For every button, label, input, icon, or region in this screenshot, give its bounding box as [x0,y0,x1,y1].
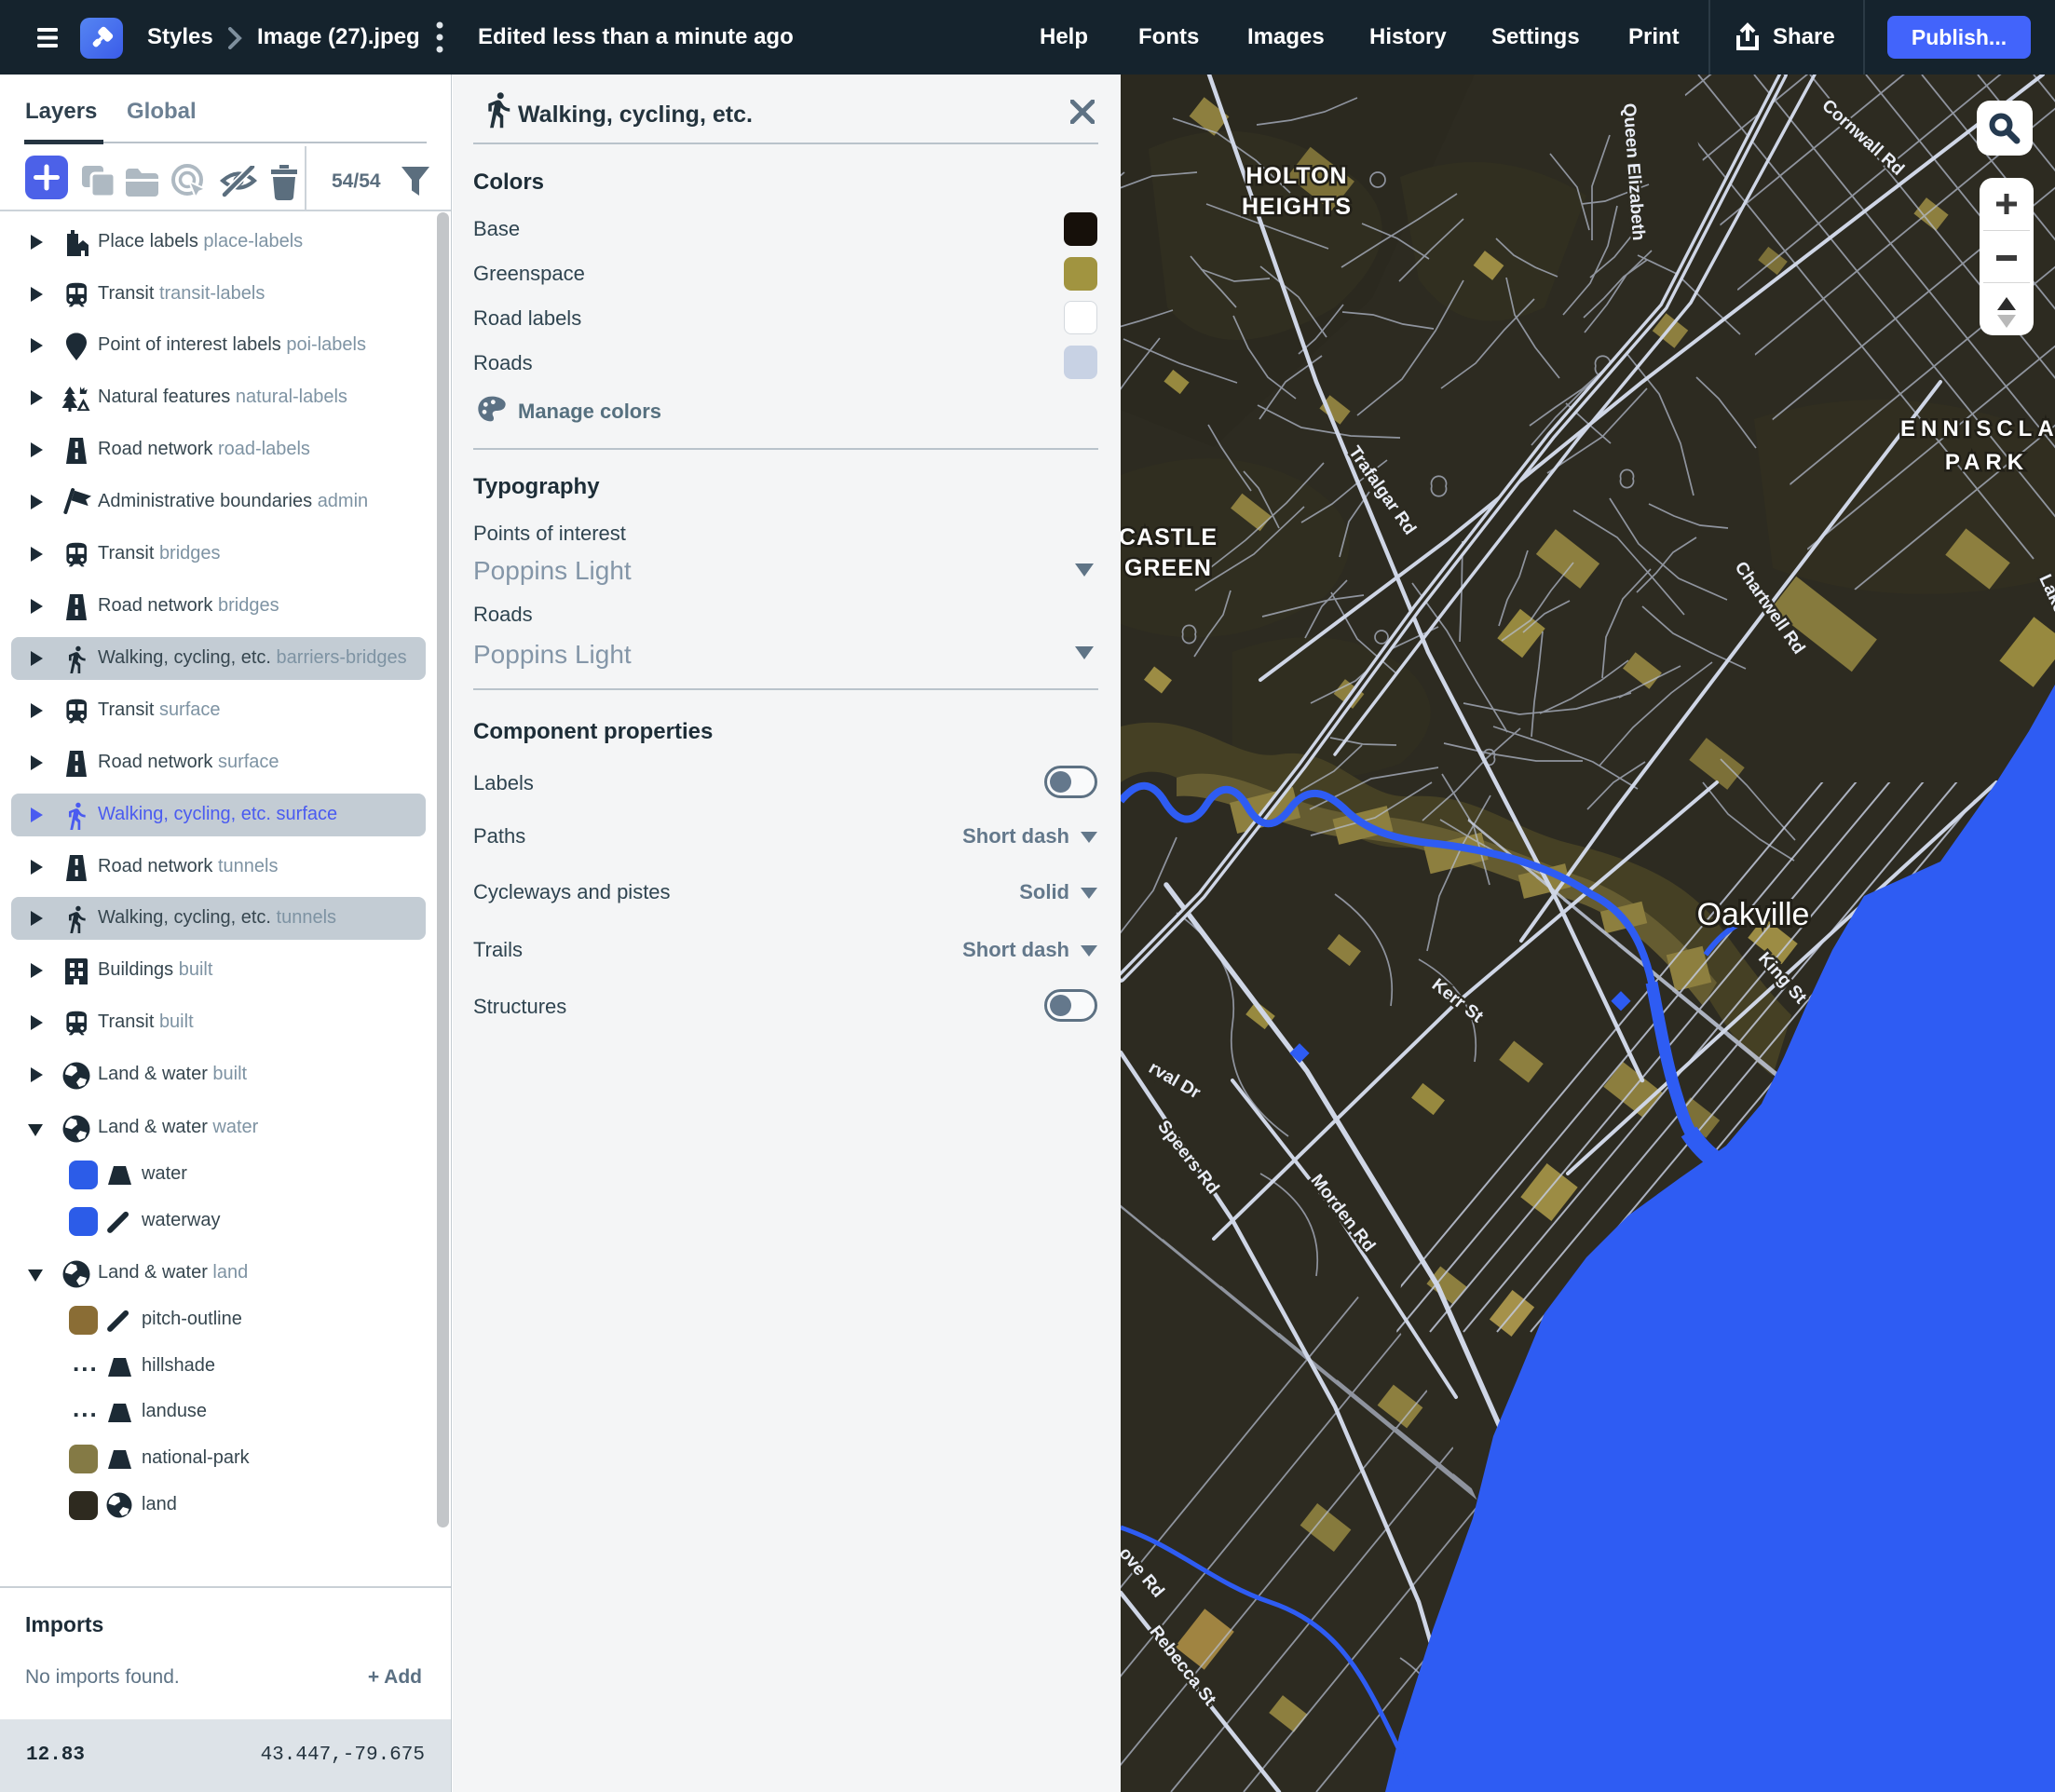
svg-text:PARK: PARK [1945,450,2029,475]
svg-text:Oakville: Oakville [1697,897,1810,932]
svg-text:HOLTON: HOLTON [1245,163,1347,189]
svg-text:HEIGHTS: HEIGHTS [1242,194,1352,220]
svg-text:ENNISCLARE: ENNISCLARE [1900,416,2055,441]
svg-text:GREEN: GREEN [1124,555,1212,581]
svg-text:CASTLE: CASTLE [1121,524,1218,550]
